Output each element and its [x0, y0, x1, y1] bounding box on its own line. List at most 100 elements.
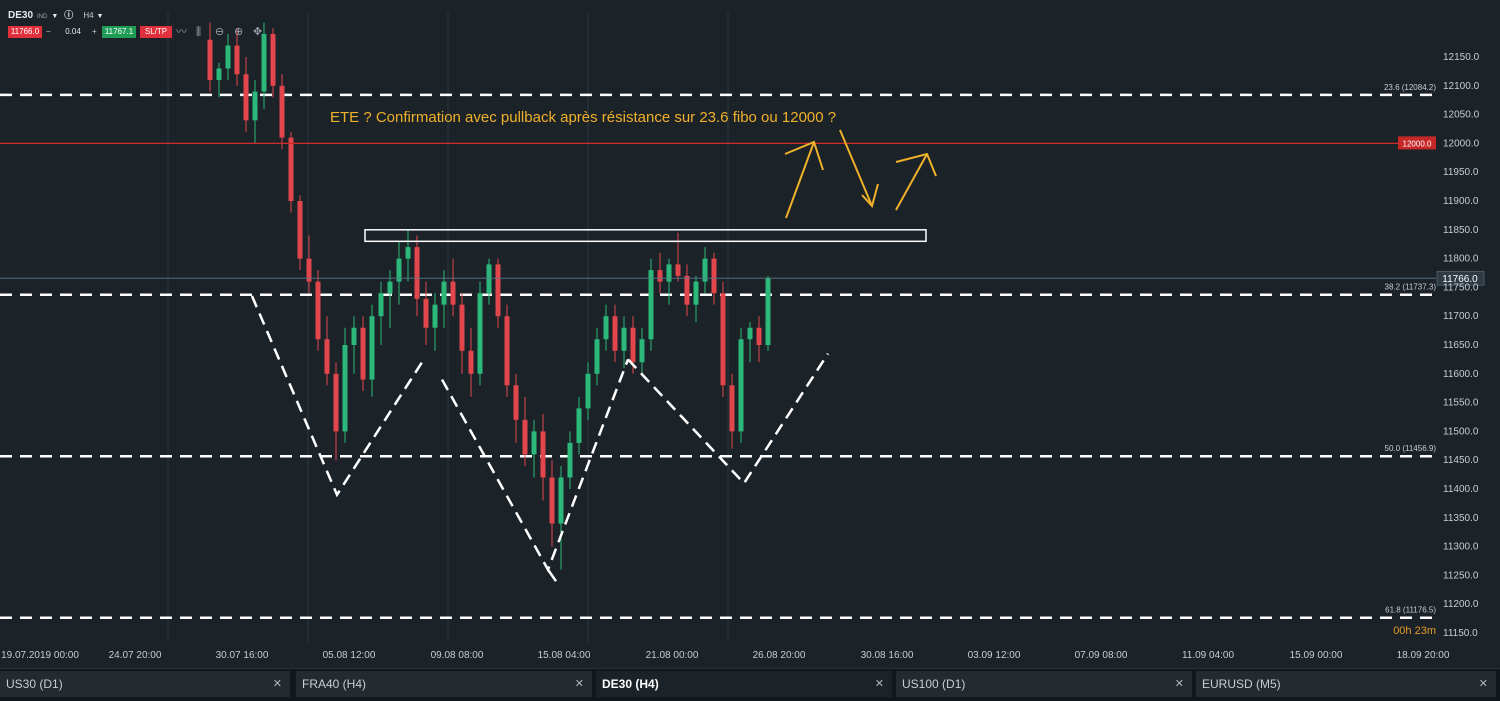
- y-tick-label: 11200.0: [1443, 599, 1479, 610]
- candle-body: [423, 298, 429, 328]
- y-tick-label: 11450.0: [1443, 455, 1479, 466]
- candle-body: [468, 350, 474, 374]
- y-tick-label: 11950.0: [1443, 167, 1479, 178]
- candles-icon[interactable]: ⫼: [196, 26, 201, 38]
- candle-body: [261, 33, 267, 92]
- candle-body: [531, 431, 537, 455]
- candle-body: [540, 431, 546, 478]
- close-icon[interactable]: ✕: [575, 671, 584, 697]
- tab-eurusd[interactable]: EURUSD (M5) ✕: [1196, 671, 1496, 697]
- tab-label: EURUSD (M5): [1202, 677, 1281, 691]
- tab-us100[interactable]: US100 (D1) ✕: [896, 671, 1192, 697]
- candle-body: [765, 278, 771, 345]
- candle-body: [270, 33, 276, 86]
- candle-body: [333, 373, 339, 432]
- candle-body: [657, 270, 663, 282]
- candle-body: [486, 264, 492, 294]
- candle-body: [513, 385, 519, 420]
- y-tick-label: 11300.0: [1443, 542, 1479, 553]
- x-tick-label: 15.09 00:00: [1290, 650, 1343, 661]
- zoom-in-icon[interactable]: ⊕: [234, 26, 243, 38]
- timeframe-dropdown-icon[interactable]: ▼: [97, 13, 104, 20]
- close-icon[interactable]: ✕: [1175, 671, 1184, 697]
- fib-level-label: 38.2 (11737.3): [1385, 283, 1437, 292]
- candle-body: [459, 304, 465, 351]
- tab-label: US100 (D1): [902, 677, 966, 691]
- pattern-v-line: [440, 358, 630, 573]
- timeframe-label[interactable]: H4: [83, 11, 93, 20]
- candle-body: [387, 281, 393, 294]
- annotation-arrow: [785, 141, 815, 219]
- y-tick-label: 11800.0: [1443, 254, 1479, 265]
- symbol-dropdown-icon[interactable]: ▼: [51, 13, 58, 20]
- candle-body: [414, 247, 420, 299]
- sltp-button[interactable]: SL/TP: [140, 26, 172, 38]
- fib-level-label: 61.8 (11176.5): [1385, 606, 1436, 615]
- price-chart[interactable]: 23.6 (12084.2) 38.2 (11737.3) 50.0 (11456.…: [0, 0, 1500, 668]
- candle-body: [207, 39, 213, 81]
- candle-body: [252, 91, 258, 121]
- x-tick-label: 21.08 00:00: [646, 650, 699, 661]
- price-axis: 11150.0 11200.0 11250.0 11300.0 11350.0 11400…: [1443, 52, 1480, 639]
- crosshair-icon[interactable]: ✥: [253, 26, 262, 38]
- candle-body: [477, 293, 483, 374]
- x-tick-label: 11.09 04:00: [1182, 650, 1235, 661]
- y-tick-label: 11700.0: [1443, 311, 1479, 322]
- candle-body: [522, 419, 528, 455]
- candle-body: [216, 68, 222, 81]
- head-and-shoulders-pattern: [250, 295, 830, 582]
- candle-body: [369, 316, 375, 380]
- x-tick-label: 15.08 04:00: [538, 650, 591, 661]
- y-tick-label: 11850.0: [1443, 225, 1479, 236]
- line-chart-icon[interactable]: 〰: [176, 26, 187, 38]
- candle-body: [351, 327, 357, 345]
- x-tick-label: 30.08 16:00: [861, 650, 914, 661]
- buy-price-button[interactable]: 11767.1: [102, 26, 136, 38]
- symbol-name: DE30: [8, 10, 34, 21]
- info-icon[interactable]: ⓘ: [64, 10, 73, 20]
- zoom-out-icon[interactable]: ⊖: [215, 26, 224, 38]
- chart-grid: [167, 12, 729, 642]
- quantity-input[interactable]: 0.04: [58, 26, 88, 38]
- x-tick-label: 30.07 16:00: [216, 650, 269, 661]
- x-tick-label: 03.09 12:00: [968, 650, 1021, 661]
- candle-countdown: 00h 23m: [1393, 625, 1436, 637]
- candle-body: [234, 45, 240, 75]
- close-icon[interactable]: ✕: [273, 671, 282, 697]
- candle-body: [549, 477, 555, 524]
- candle-body: [648, 270, 654, 340]
- tab-de30[interactable]: DE30 (H4) ✕: [596, 671, 892, 697]
- candle-body: [621, 327, 627, 351]
- candle-body: [378, 293, 384, 317]
- tab-label: FRA40 (H4): [302, 677, 367, 691]
- close-icon[interactable]: ✕: [875, 671, 884, 697]
- sell-price-button[interactable]: 11766.0: [8, 26, 42, 38]
- y-tick-label: 11900.0: [1443, 196, 1479, 207]
- candle-body: [720, 293, 726, 386]
- y-tick-label: 11250.0: [1443, 570, 1479, 581]
- candle-body: [756, 327, 762, 345]
- candle-body: [243, 74, 249, 121]
- symbol-badge: IND: [37, 14, 48, 20]
- fib-level-label: 50.0 (11456.9): [1385, 444, 1437, 453]
- close-icon[interactable]: ✕: [1479, 671, 1488, 697]
- candle-body: [225, 45, 231, 69]
- symbol-header[interactable]: DE30 IND ▼ ⓘ H4 ▼: [8, 8, 103, 21]
- pattern-tail: [546, 568, 558, 582]
- candle-body: [594, 339, 600, 374]
- candle-body: [684, 275, 690, 305]
- candle-body: [450, 281, 456, 305]
- arrow-head: [784, 140, 824, 171]
- fibonacci-levels: 23.6 (12084.2) 38.2 (11737.3) 50.0 (11456.…: [0, 83, 1437, 619]
- annotation-arrow: [895, 153, 928, 211]
- increase-quantity-button[interactable]: +: [92, 26, 97, 38]
- y-tick-label: 11500.0: [1443, 426, 1479, 437]
- candle-body: [675, 264, 681, 276]
- resistance-zone[interactable]: [364, 229, 927, 243]
- y-tick-label: 12000.0: [1443, 138, 1480, 149]
- tab-us30[interactable]: US30 (D1) ✕: [0, 671, 290, 697]
- tab-fra40[interactable]: FRA40 (H4) ✕: [296, 671, 592, 697]
- instrument-tabs: US30 (D1) ✕ FRA40 (H4) ✕ DE30 (H4) ✕ US100 …: [0, 668, 1500, 701]
- y-tick-label: 11750.0: [1443, 282, 1479, 293]
- decrease-quantity-button[interactable]: −: [46, 26, 51, 38]
